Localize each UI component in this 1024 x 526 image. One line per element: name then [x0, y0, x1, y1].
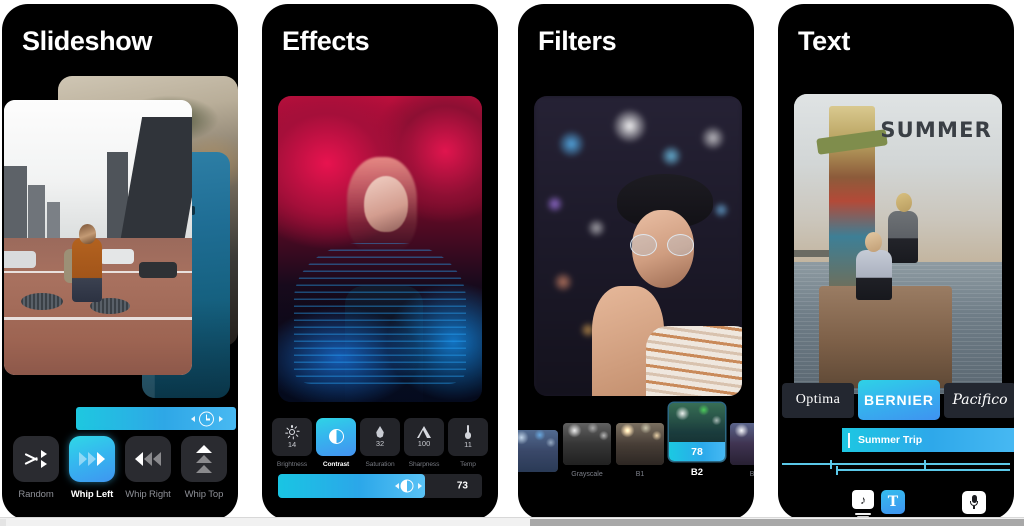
adjustment-option-contrast[interactable]: Contrast: [316, 418, 356, 468]
adjustment-chip[interactable]: [316, 418, 356, 456]
clock-icon: [199, 411, 214, 426]
slider-value: 73: [456, 480, 468, 492]
adjustment-option-sharpness[interactable]: 100 Sharpness: [404, 418, 444, 468]
adjustment-options-row: 14 Brightness Contrast 32 Saturation 100…: [272, 418, 488, 468]
transition-label: Whip Right: [125, 489, 171, 500]
filters-preview-photo: [534, 96, 742, 396]
text-preview-photo: SUMMER: [794, 94, 1002, 394]
text-clip-bar[interactable]: Summer Trip: [842, 428, 1014, 452]
adjustment-slider[interactable]: 73: [278, 474, 482, 498]
adjustment-value: 100: [417, 439, 431, 448]
slider-knob[interactable]: [400, 479, 414, 493]
slideshow-duration-bar[interactable]: [76, 407, 236, 430]
page-title-filters: Filters: [538, 26, 617, 56]
filter-label: B2: [690, 467, 704, 478]
adjustment-value: 14: [287, 439, 297, 449]
transition-option-whip-top[interactable]: Whip Top: [180, 436, 228, 500]
adjustment-label: Contrast: [322, 461, 350, 468]
filter-item-selected[interactable]: 78 B2: [669, 403, 725, 478]
transition-chip[interactable]: [125, 436, 171, 482]
panel-text: Text SUMMER Optima BERNIER Pacifico Summ…: [778, 4, 1014, 520]
page-title-effects: Effects: [282, 26, 370, 56]
adjustment-label: Temp: [460, 461, 476, 468]
triangle-icon: [417, 426, 431, 438]
text-caret: [848, 432, 850, 448]
contrast-icon: [328, 429, 344, 444]
transition-option-random[interactable]: Random: [12, 436, 60, 500]
text-tool-icon[interactable]: T: [881, 490, 905, 514]
filter-item[interactable]: B1: [616, 423, 664, 478]
shuffle-icon: [24, 450, 47, 468]
screenshot-root: Slideshow Random Whip Left Whip Right Wh…: [0, 0, 1024, 526]
whip-left-icon: [79, 452, 105, 466]
whip-right-icon: [135, 452, 161, 466]
adjustment-label: Sharpness: [408, 461, 440, 468]
thermometer-icon: [464, 425, 472, 439]
filter-intensity-badge: 78: [669, 442, 725, 461]
transition-label: Whip Left: [70, 489, 114, 500]
filter-item[interactable]: [518, 430, 558, 478]
page-title-text: Text: [798, 26, 850, 56]
sun-icon: [285, 424, 300, 439]
transition-options-row: Random Whip Left Whip Right Whip Top: [8, 436, 232, 500]
horizontal-scrollbar[interactable]: [0, 517, 1024, 526]
filter-thumbnail[interactable]: [563, 423, 611, 465]
font-options-row: Optima BERNIER Pacifico: [778, 380, 1014, 420]
scrollbar-left-cap[interactable]: [0, 519, 6, 526]
photo-text-overlay: SUMMER: [880, 118, 992, 142]
adjustment-chip[interactable]: 14: [272, 418, 312, 456]
font-option-bernier[interactable]: BERNIER: [858, 380, 940, 420]
filter-label: B1: [635, 471, 645, 478]
adjustment-chip[interactable]: 100: [404, 418, 444, 456]
timeline-track[interactable]: [782, 459, 1010, 475]
adjustment-chip[interactable]: 32: [360, 418, 400, 456]
filter-strip: Grayscale B1 78 B2 B: [518, 403, 754, 494]
transition-label: Random: [18, 489, 54, 500]
adjustment-value: 11: [464, 440, 472, 449]
transition-chip[interactable]: [13, 436, 59, 482]
adjustment-value: 32: [375, 439, 385, 448]
filter-thumbnail[interactable]: [616, 423, 664, 465]
scrollbar-thumb[interactable]: [530, 519, 1024, 526]
microphone-icon[interactable]: [962, 490, 986, 514]
font-option-optima[interactable]: Optima: [782, 382, 854, 418]
filter-thumbnail[interactable]: 78: [669, 403, 725, 461]
filter-label: Grayscale: [571, 471, 603, 478]
panel-slideshow: Slideshow Random Whip Left Whip Right Wh…: [2, 4, 238, 520]
text-clip-label: Summer Trip: [858, 434, 923, 446]
filter-item[interactable]: B3: [730, 423, 754, 478]
adjustment-option-temp[interactable]: 11 Temp: [448, 418, 488, 468]
effects-preview-photo: [278, 96, 482, 402]
transition-chip[interactable]: [181, 436, 227, 482]
adjustment-label: Brightness: [276, 461, 308, 468]
adjustment-option-brightness[interactable]: 14 Brightness: [272, 418, 312, 468]
transition-option-whip-right[interactable]: Whip Right: [124, 436, 172, 500]
adjustment-label: Saturation: [365, 461, 395, 468]
slideshow-front-photo: [4, 100, 192, 375]
filter-thumbnail[interactable]: [518, 430, 558, 472]
transition-option-whip-left[interactable]: Whip Left: [68, 436, 116, 500]
panel-filters: Filters Grayscale B1 78 B2 B: [518, 4, 754, 520]
filter-item[interactable]: Grayscale: [563, 423, 611, 478]
panel-effects: Effects 14 Brightness Contrast 32 Satura…: [262, 4, 498, 520]
slider-right-arrow-icon: [417, 483, 422, 489]
transition-chip[interactable]: [69, 436, 115, 482]
page-title-slideshow: Slideshow: [22, 26, 152, 56]
slider-left-arrow-icon: [395, 483, 400, 489]
filter-thumbnail[interactable]: [730, 423, 754, 465]
filter-list: Grayscale B1 78 B2 B: [518, 403, 754, 478]
whip-top-icon: [196, 445, 212, 473]
music-icon[interactable]: ♪: [852, 490, 874, 518]
filter-label: B3: [749, 471, 754, 478]
adjustment-option-saturation[interactable]: 32 Saturation: [360, 418, 400, 468]
adjustment-chip[interactable]: 11: [448, 418, 488, 456]
font-option-pacifico[interactable]: Pacifico: [944, 382, 1014, 418]
droplet-icon: [376, 426, 384, 438]
transition-label: Whip Top: [184, 489, 224, 500]
